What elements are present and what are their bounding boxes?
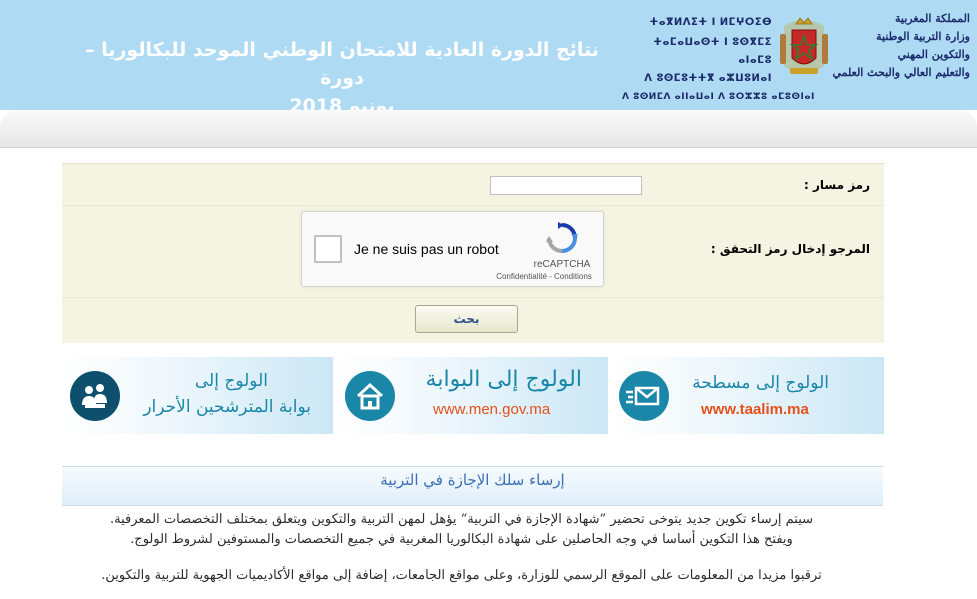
tifinagh-line-3: ⴷ ⵓⵙⵎⵓⵜⵜⴳ ⴰⵣⵡⵓⵍⴰⵏ <box>644 73 772 84</box>
recaptcha-privacy-links[interactable]: Confidentialité - Conditions <box>488 272 600 281</box>
ministry-line-1: المملكة المغربية <box>895 12 970 25</box>
free-candidates-banner[interactable]: الولوج إلى بوابة المترشحين الأحرار <box>62 357 333 434</box>
tifinagh-org-name: ⵜⴰⴳⵍⴷⵉⵜ ⵏ ⵍⵎⵖⵔⵉⴱ ⵜⴰⵎⴰⵡⴰⵙⵜ ⵏ ⵓⵙⴳⵎⵉ ⴰⵏⴰⵎⵓ … <box>622 12 815 106</box>
tifinagh-line-2: ⵜⴰⵎⴰⵡⴰⵙⵜ ⵏ ⵓⵙⴳⵎⵉ ⴰⵏⴰⵎⵓ <box>653 37 772 66</box>
recaptcha-checkbox[interactable] <box>314 235 342 263</box>
envelope-icon <box>626 386 660 406</box>
title-line-1: نتائج الدورة العادية للامتحان الوطني الم… <box>85 39 599 89</box>
ministry-name: المملكة المغربية وزارة التربية الوطنية و… <box>830 10 970 82</box>
recaptcha-checkbox-label: Je ne suis pas un robot <box>354 241 499 257</box>
info-paragraph-1-line-1: سيتم إرساء تكوين جديد يتوخى تحضير ”شهادة… <box>109 512 814 527</box>
massar-label: رمز مسار : <box>803 178 870 192</box>
tifinagh-line-1: ⵜⴰⴳⵍⴷⵉⵜ ⵏ ⵍⵎⵖⵔⵉⴱ <box>649 17 772 28</box>
recaptcha-logo-icon <box>546 222 578 253</box>
info-section-header: إرساء سلك الإجازة في التربية <box>62 466 883 506</box>
page-title: نتائج الدورة العادية للامتحان الوطني الم… <box>82 36 602 120</box>
free-candidates-circle <box>70 371 120 421</box>
tab-bar-background <box>0 110 977 148</box>
page-header: نتائج الدورة العادية للامتحان الوطني الم… <box>0 0 977 117</box>
search-form: رمز مسار : المرجو إدخال رمز التحقق : Je … <box>62 163 884 343</box>
home-icon <box>356 382 384 410</box>
ministry-line-4: والتعليم العالي والبحث العلمي <box>832 66 970 79</box>
info-paragraph-1-line-2: ويفتح هذا التكوين أساسا في وجه الحاصلين … <box>130 532 793 547</box>
recaptcha-brand: reCAPTCHA <box>533 259 591 270</box>
info-paragraph-2: ترقبوا مزيدا من المعلومات على الموقع الر… <box>101 568 822 583</box>
users-icon <box>82 384 107 408</box>
men-banner[interactable]: الولوج إلى البوابة www.men.gov.ma <box>335 357 608 434</box>
info-section-title: إرساء سلك الإجازة في التربية <box>380 471 565 489</box>
men-banner-title: الولوج إلى البوابة <box>425 367 582 392</box>
taalim-banner-url: www.taalim.ma <box>701 401 809 418</box>
tifinagh-line-4: ⴷ ⵓⵙⵍⵎⴷ ⴰⵏⵏⴰⵡⴰⵏ ⴷ ⵓⵔⵣⵣⵓ ⴰⵎⵓⵙⵏⴰⵏ <box>622 92 815 102</box>
taalim-banner-title: الولوج إلى مسطحة <box>692 373 829 393</box>
ministry-line-2: وزارة التربية الوطنية <box>876 30 970 43</box>
tab-bar <box>0 110 977 150</box>
men-circle <box>345 371 395 421</box>
free-candidates-title-2: بوابة المترشحين الأحرار <box>143 397 311 417</box>
captcha-label: المرجو إدخال رمز التحقق : <box>710 242 870 256</box>
search-button[interactable]: بحث <box>415 305 518 333</box>
recaptcha-widget: Je ne suis pas un robot reCAPTCHA Confid… <box>301 211 604 287</box>
taalim-banner[interactable]: الولوج إلى مسطحة www.taalim.ma <box>609 357 884 434</box>
massar-input[interactable] <box>490 176 642 195</box>
form-divider <box>62 297 884 298</box>
free-candidates-title-1: الولوج إلى <box>194 371 268 391</box>
ministry-line-3: والتكوين المهني <box>897 48 970 61</box>
coat-of-arms-icon <box>780 17 828 74</box>
men-banner-url: www.men.gov.ma <box>433 401 551 418</box>
massar-row: رمز مسار : <box>62 164 884 206</box>
info-paragraph-1: سيتم إرساء تكوين جديد يتوخى تحضير ”شهادة… <box>40 510 883 550</box>
taalim-circle <box>619 371 669 421</box>
